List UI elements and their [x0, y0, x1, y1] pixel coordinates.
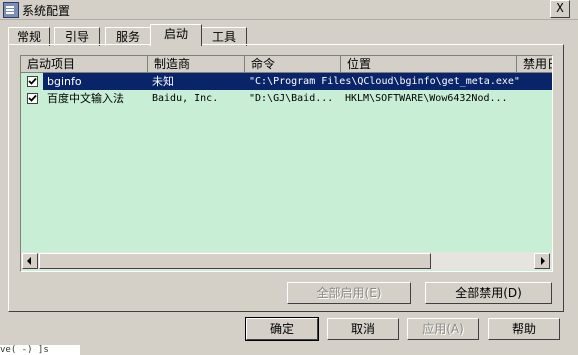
- title-bar: 系统配置 X: [0, 0, 578, 20]
- column-header-startup-item[interactable]: 启动项目: [21, 56, 148, 72]
- column-header-command[interactable]: 命令: [245, 56, 341, 72]
- startup-panel: 启动项目 制造商 命令 位置 禁用日 bginfo 未知 "C:\Program…: [8, 44, 564, 312]
- location: HKLM\SOFTWARE\Wow6432Nod...: [345, 93, 508, 104]
- background-console-fragment: ve( -) ]s: [0, 345, 80, 355]
- command: "D:\GJ\Baid...: [249, 93, 334, 104]
- column-header-disabled-date[interactable]: 禁用日: [517, 56, 552, 72]
- enable-all-button[interactable]: 全部启用(E): [287, 282, 411, 304]
- arrow-right-icon: [541, 257, 545, 265]
- window-title: 系统配置: [22, 4, 71, 18]
- ok-button[interactable]: 确定: [245, 317, 319, 341]
- scroll-thumb[interactable]: [39, 253, 431, 269]
- horizontal-scrollbar[interactable]: [21, 252, 552, 270]
- cancel-button[interactable]: 取消: [327, 318, 399, 340]
- startup-list[interactable]: 启动项目 制造商 命令 位置 禁用日 bginfo 未知 "C:\Program…: [20, 55, 553, 272]
- list-row[interactable]: bginfo 未知 "C:\Program Files\QCloud\bginf…: [21, 73, 552, 90]
- manufacturer: 未知: [152, 75, 174, 88]
- scroll-right-button[interactable]: [534, 253, 550, 269]
- startup-item-name: bginfo: [47, 75, 82, 88]
- checkmark-icon: [28, 77, 37, 85]
- list-header: 启动项目 制造商 命令 位置 禁用日: [21, 56, 552, 73]
- apply-button[interactable]: 应用(A): [407, 318, 479, 340]
- close-button[interactable]: X: [550, 0, 570, 18]
- column-header-location[interactable]: 位置: [341, 56, 517, 72]
- column-header-manufacturer[interactable]: 制造商: [148, 56, 245, 72]
- help-button[interactable]: 帮助: [488, 318, 560, 340]
- command: "C:\Program Files\QCloud\bginfo\get_meta…: [249, 76, 520, 87]
- enabled-checkbox[interactable]: [27, 93, 38, 104]
- manufacturer: Baidu, Inc.: [152, 93, 219, 104]
- tab-startup[interactable]: 启动: [150, 24, 202, 46]
- list-row[interactable]: 百度中文输入法 Baidu, Inc. "D:\GJ\Baid... HKLM\…: [21, 90, 552, 107]
- startup-item-name: 百度中文输入法: [47, 92, 124, 105]
- scroll-left-button[interactable]: [22, 253, 38, 269]
- system-config-icon: [3, 2, 19, 18]
- disable-all-button[interactable]: 全部禁用(D): [425, 282, 552, 304]
- arrow-left-icon: [27, 257, 31, 265]
- checkmark-icon: [28, 94, 37, 102]
- enabled-checkbox[interactable]: [27, 76, 38, 87]
